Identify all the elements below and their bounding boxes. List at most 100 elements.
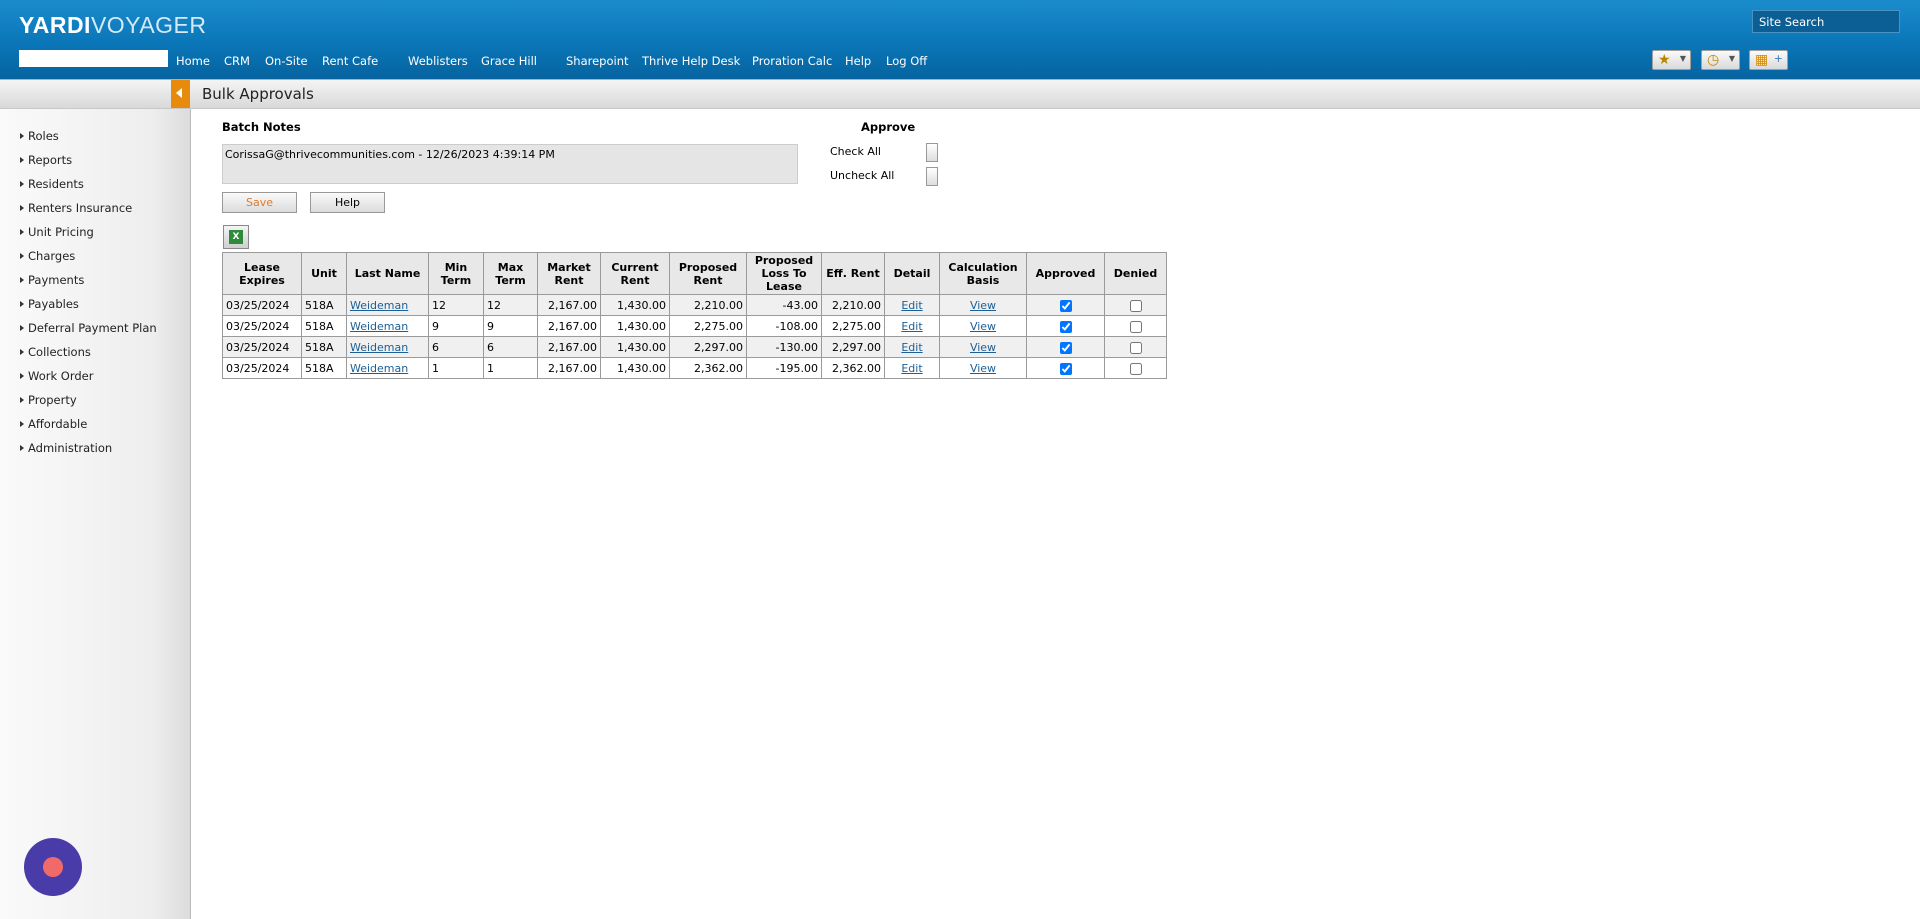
cell-current-rent: 1,430.00	[600, 357, 670, 379]
table-row: 03/25/2024 518A Weideman 12 12 2,167.00 …	[222, 294, 1167, 316]
last-name-link[interactable]: Weideman	[350, 320, 408, 333]
cell-last-name: Weideman	[346, 294, 429, 316]
history-clock-icon: ◷	[1707, 52, 1720, 68]
col-denied[interactable]: Denied	[1104, 252, 1167, 295]
favorites-button[interactable]: ★ ▼	[1652, 50, 1691, 70]
cell-loss-to-lease: -43.00	[746, 294, 822, 316]
cell-calc-basis: View	[939, 336, 1027, 358]
sidebar-item-renters-insurance[interactable]: Renters Insurance	[20, 201, 132, 215]
nav-rent-cafe[interactable]: Rent Cafe	[322, 54, 378, 68]
sidebar-item-payments[interactable]: Payments	[20, 273, 84, 287]
caret-right-icon	[20, 349, 24, 355]
nav-log-off[interactable]: Log Off	[886, 54, 927, 68]
sidebar-item-administration[interactable]: Administration	[20, 441, 112, 455]
edit-link[interactable]: Edit	[901, 362, 922, 375]
sidebar-item-label: Reports	[28, 153, 73, 167]
denied-checkbox[interactable]	[1129, 299, 1142, 312]
col-market-rent[interactable]: Market Rent	[537, 252, 601, 295]
col-calculation-basis[interactable]: Calculation Basis	[939, 252, 1027, 295]
yardi-voyager-logo[interactable]: YARDIVOYAGER	[19, 12, 207, 39]
denied-checkbox[interactable]	[1129, 362, 1142, 375]
sidebar-item-property[interactable]: Property	[20, 393, 77, 407]
nav-thrive-help-desk[interactable]: Thrive Help Desk	[642, 54, 740, 68]
col-approved[interactable]: Approved	[1026, 252, 1105, 295]
sidebar-item-unit-pricing[interactable]: Unit Pricing	[20, 225, 94, 239]
nav-on-site[interactable]: On-Site	[265, 54, 308, 68]
sidebar-item-payables[interactable]: Payables	[20, 297, 79, 311]
approved-checkbox[interactable]	[1059, 341, 1072, 354]
edit-link[interactable]: Edit	[901, 299, 922, 312]
nav-home[interactable]: Home	[176, 54, 210, 68]
caret-right-icon	[20, 181, 24, 187]
col-unit[interactable]: Unit	[301, 252, 347, 295]
dashboard-button[interactable]: ▦ +	[1749, 50, 1788, 70]
nav-sharepoint[interactable]: Sharepoint	[566, 54, 629, 68]
view-link[interactable]: View	[970, 341, 996, 354]
batch-notes-field[interactable]: CorissaG@thrivecommunities.com - 12/26/2…	[222, 144, 798, 184]
top-header: YARDIVOYAGER Site Search Home CRM On-Sit…	[0, 0, 1920, 80]
help-button[interactable]: Help	[310, 192, 385, 213]
nav-weblisters[interactable]: Weblisters	[408, 54, 468, 68]
chat-launcher-button[interactable]	[24, 838, 82, 896]
nav-proration-calc[interactable]: Proration Calc	[752, 54, 832, 68]
cell-proposed-rent: 2,210.00	[669, 294, 747, 316]
view-link[interactable]: View	[970, 299, 996, 312]
export-excel-button[interactable]: X	[223, 225, 249, 249]
cell-detail: Edit	[884, 357, 940, 379]
view-link[interactable]: View	[970, 362, 996, 375]
dashboard-grid-icon: ▦	[1755, 52, 1769, 68]
site-search-input[interactable]: Site Search	[1752, 10, 1900, 33]
denied-checkbox[interactable]	[1129, 320, 1142, 333]
col-proposed-rent[interactable]: Proposed Rent	[669, 252, 747, 295]
last-name-link[interactable]: Weideman	[350, 362, 408, 375]
sidebar-item-label: Administration	[28, 441, 113, 455]
col-proposed-loss-to-lease[interactable]: Proposed Loss To Lease	[746, 252, 822, 295]
sidebar-item-residents[interactable]: Residents	[20, 177, 84, 191]
collapse-sidebar-button[interactable]	[171, 80, 190, 108]
nav-crm[interactable]: CRM	[224, 54, 250, 68]
cell-max-term: 6	[483, 336, 538, 358]
uncheck-all-button[interactable]	[926, 167, 938, 186]
sidebar-item-reports[interactable]: Reports	[20, 153, 72, 167]
caret-right-icon	[20, 445, 24, 451]
caret-right-icon	[20, 229, 24, 235]
col-last-name[interactable]: Last Name	[346, 252, 429, 295]
denied-checkbox[interactable]	[1129, 341, 1142, 354]
cell-detail: Edit	[884, 294, 940, 316]
property-selector-input[interactable]	[19, 50, 168, 67]
sidebar-item-affordable[interactable]: Affordable	[20, 417, 87, 431]
history-button[interactable]: ◷ ▼	[1701, 50, 1740, 70]
approved-checkbox[interactable]	[1059, 299, 1072, 312]
cell-proposed-rent: 2,275.00	[669, 315, 747, 337]
edit-link[interactable]: Edit	[901, 341, 922, 354]
cell-eff-rent: 2,297.00	[821, 336, 885, 358]
nav-grace-hill[interactable]: Grace Hill	[481, 54, 537, 68]
cell-lease-expires: 03/25/2024	[222, 336, 302, 358]
cell-denied	[1104, 336, 1167, 358]
col-lease-expires[interactable]: Lease Expires	[222, 252, 302, 295]
cell-market-rent: 2,167.00	[537, 294, 601, 316]
view-link[interactable]: View	[970, 320, 996, 333]
cell-max-term: 12	[483, 294, 538, 316]
col-detail[interactable]: Detail	[884, 252, 940, 295]
sidebar-item-deferral-payment-plan[interactable]: Deferral Payment Plan	[20, 321, 157, 335]
edit-link[interactable]: Edit	[901, 320, 922, 333]
col-current-rent[interactable]: Current Rent	[600, 252, 670, 295]
col-max-term[interactable]: Max Term	[483, 252, 538, 295]
last-name-link[interactable]: Weideman	[350, 341, 408, 354]
col-eff-rent[interactable]: Eff. Rent	[821, 252, 885, 295]
sidebar-item-collections[interactable]: Collections	[20, 345, 91, 359]
check-all-button[interactable]	[926, 143, 938, 162]
caret-right-icon	[20, 157, 24, 163]
sidebar-item-charges[interactable]: Charges	[20, 249, 75, 263]
sidebar-item-work-order[interactable]: Work Order	[20, 369, 93, 383]
save-button[interactable]: Save	[222, 192, 297, 213]
last-name-link[interactable]: Weideman	[350, 299, 408, 312]
cell-loss-to-lease: -130.00	[746, 336, 822, 358]
approved-checkbox[interactable]	[1059, 362, 1072, 375]
table-header-row: Lease Expires Unit Last Name Min Term Ma…	[222, 252, 1167, 295]
col-min-term[interactable]: Min Term	[428, 252, 484, 295]
approved-checkbox[interactable]	[1059, 320, 1072, 333]
nav-help[interactable]: Help	[845, 54, 871, 68]
sidebar-item-roles[interactable]: Roles	[20, 129, 59, 143]
